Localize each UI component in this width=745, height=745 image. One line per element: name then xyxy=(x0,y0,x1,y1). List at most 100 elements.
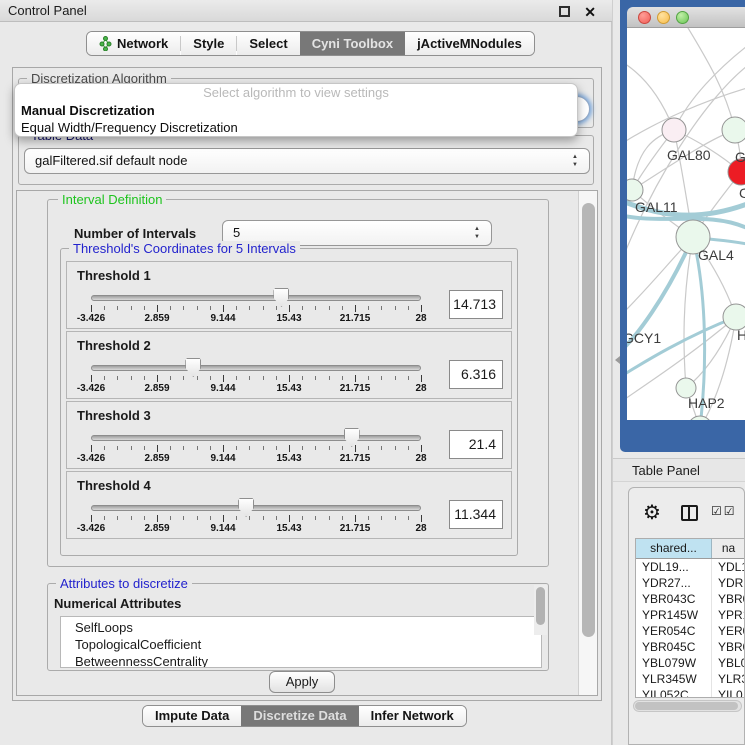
thresholds-group: Threshold's Coordinates for 5 Intervals … xyxy=(60,248,518,556)
cell-shared-name[interactable]: YBR045C xyxy=(636,639,712,655)
cell-shared-name[interactable]: YDR27... xyxy=(636,575,712,591)
algorithm-dropdown-popup: Select algorithm to view settings Manual… xyxy=(14,83,578,137)
node-label: GAL11 xyxy=(635,199,678,215)
attribute-item[interactable]: TopologicalCoefficient xyxy=(61,636,541,653)
tab-cyni-toolbox[interactable]: Cyni Toolbox xyxy=(300,32,405,55)
cell-shared-name[interactable]: YLR345W xyxy=(636,671,712,687)
cell-name[interactable]: YPR1 xyxy=(712,607,745,623)
attributes-list-scrollbar[interactable] xyxy=(534,585,547,635)
threshold-slider-track[interactable] xyxy=(91,295,421,301)
cell-shared-name[interactable]: YIL052C xyxy=(636,687,712,698)
threshold-slider-track[interactable] xyxy=(91,365,421,371)
node-label: GAL80 xyxy=(667,147,711,163)
tab-infer-network[interactable]: Infer Network xyxy=(359,706,466,726)
network-canvas-svg: GAL80GACGAL11GAL4GCY1HHAP2 xyxy=(627,28,745,420)
threshold-slider-track[interactable] xyxy=(91,505,421,511)
table-row[interactable]: YIL052CYIL0 xyxy=(636,687,745,698)
network-view-window: GAL80GACGAL11GAL4GCY1HHAP2 xyxy=(620,0,745,452)
network-edge xyxy=(684,237,693,388)
split-columns-icon[interactable] xyxy=(681,505,698,521)
table-row[interactable]: YDR27...YDR2 xyxy=(636,575,745,591)
tab-label: jActiveMNodules xyxy=(417,32,522,55)
cell-name[interactable]: YBL0 xyxy=(712,655,745,671)
main-scrollbar-track[interactable] xyxy=(578,191,598,695)
dropdown-option-equal-width-frequency[interactable]: Equal Width/Frequency Discretization xyxy=(15,119,577,136)
threshold-panel: Threshold 3 -3.4262.8599.14415.4321.7152… xyxy=(66,401,512,469)
cell-name[interactable]: YBR0 xyxy=(712,639,745,655)
tab-jactivemnodules[interactable]: jActiveMNodules xyxy=(405,32,534,55)
cell-name[interactable]: YIL0 xyxy=(712,687,745,698)
cell-shared-name[interactable]: YBR043C xyxy=(636,591,712,607)
table-row[interactable]: YDL19...YDL1 xyxy=(636,559,745,575)
column-header-name[interactable]: na xyxy=(712,539,745,558)
threshold-value-field[interactable]: 11.344 xyxy=(449,500,503,529)
group-title: Interval Definition xyxy=(58,192,166,207)
slider-ticks xyxy=(91,375,423,383)
threshold-label: Threshold 3 xyxy=(77,408,151,423)
cyni-bottom-tabbar: Impute Data Discretize Data Infer Networ… xyxy=(142,705,467,727)
number-of-intervals-label: Number of Intervals xyxy=(74,226,196,241)
cell-name[interactable]: YLR3 xyxy=(712,671,745,687)
tab-discretize-data[interactable]: Discretize Data xyxy=(241,706,358,726)
tab-network[interactable]: Network xyxy=(87,32,180,55)
cell-shared-name[interactable]: YBL079W xyxy=(636,655,712,671)
threshold-slider-track[interactable] xyxy=(91,435,421,441)
apply-button[interactable]: Apply xyxy=(269,671,335,693)
table-horizontal-scrollbar[interactable] xyxy=(633,700,742,712)
network-node[interactable] xyxy=(722,117,745,143)
gear-icon[interactable]: ⚙ xyxy=(643,500,661,525)
attribute-item[interactable]: BetweennessCentrality xyxy=(61,653,541,668)
table-row[interactable]: YPR145WYPR1 xyxy=(636,607,745,623)
network-window-titlebar[interactable] xyxy=(627,7,745,28)
float-window-icon[interactable] xyxy=(559,6,570,17)
table-row[interactable]: YBR045CYBR0 xyxy=(636,639,745,655)
table-row[interactable]: YLR345WYLR3 xyxy=(636,671,745,687)
table-row[interactable]: YBR043CYBR0 xyxy=(636,591,745,607)
threshold-panel: Threshold 1 -3.4262.8599.14415.4321.7152… xyxy=(66,261,512,329)
threshold-value-field[interactable]: 21.4 xyxy=(449,430,503,459)
main-scrollbar-thumb[interactable] xyxy=(582,203,595,637)
slider-tick-labels: -3.4262.8599.14415.4321.71528 xyxy=(91,313,423,325)
minimize-traffic-light[interactable] xyxy=(657,11,670,24)
group-title: Attributes to discretize xyxy=(56,576,192,591)
combobox-value: galFiltered.sif default node xyxy=(35,149,187,173)
threshold-value-field[interactable]: 14.713 xyxy=(449,290,503,319)
table-body: YDL19...YDL1YDR27...YDR2YBR043CYBR0YPR14… xyxy=(636,559,745,698)
slider-ticks xyxy=(91,445,423,453)
cell-shared-name[interactable]: YDL19... xyxy=(636,559,712,575)
network-node[interactable] xyxy=(662,118,686,142)
dropdown-option-manual-discretization[interactable]: Manual Discretization xyxy=(15,102,577,119)
slider-tick-labels: -3.4262.8599.14415.4321.71528 xyxy=(91,453,423,465)
table-row[interactable]: YER054CYER0 xyxy=(636,623,745,639)
cell-name[interactable]: YDL1 xyxy=(712,559,745,575)
tab-style[interactable]: Style xyxy=(181,32,236,55)
panel-title: Control Panel xyxy=(8,0,87,22)
numerical-attributes-list[interactable]: SelfLoopsTopologicalCoefficientBetweenne… xyxy=(60,616,542,668)
cell-name[interactable]: YDR2 xyxy=(712,575,745,591)
network-canvas[interactable]: GAL80GACGAL11GAL4GCY1HHAP2 xyxy=(627,28,745,420)
tab-label: Select xyxy=(249,32,287,55)
cell-name[interactable]: YER0 xyxy=(712,623,745,639)
table-row[interactable]: YBL079WYBL0 xyxy=(636,655,745,671)
node-label: HAP2 xyxy=(688,395,725,411)
close-icon[interactable]: ✕ xyxy=(584,1,596,23)
zoom-traffic-light[interactable] xyxy=(676,11,689,24)
threshold-value-field[interactable]: 6.316 xyxy=(449,360,503,389)
close-traffic-light[interactable] xyxy=(638,11,651,24)
tab-impute-data[interactable]: Impute Data xyxy=(143,706,241,726)
table-data-combobox[interactable]: galFiltered.sif default node ▲▼ xyxy=(24,148,590,174)
tab-label: Network xyxy=(117,32,168,55)
cell-shared-name[interactable]: YER054C xyxy=(636,623,712,639)
column-checkboxes-icon[interactable]: ☑☑ xyxy=(711,504,737,518)
cell-name[interactable]: YBR0 xyxy=(712,591,745,607)
threshold-panel: Threshold 2 -3.4262.8599.14415.4321.7152… xyxy=(66,331,512,399)
panel-splitter[interactable] xyxy=(612,0,613,745)
spinner-arrows-icon: ▲▼ xyxy=(570,153,580,169)
attributes-to-discretize-group: Attributes to discretize Numerical Attri… xyxy=(47,583,549,671)
cell-shared-name[interactable]: YPR145W xyxy=(636,607,712,623)
column-header-shared-name[interactable]: shared... xyxy=(636,539,712,558)
network-node[interactable] xyxy=(688,416,712,420)
attribute-item[interactable]: SelfLoops xyxy=(61,619,541,636)
tab-select[interactable]: Select xyxy=(237,32,299,55)
group-title: Threshold's Coordinates for 5 Intervals xyxy=(69,241,300,256)
